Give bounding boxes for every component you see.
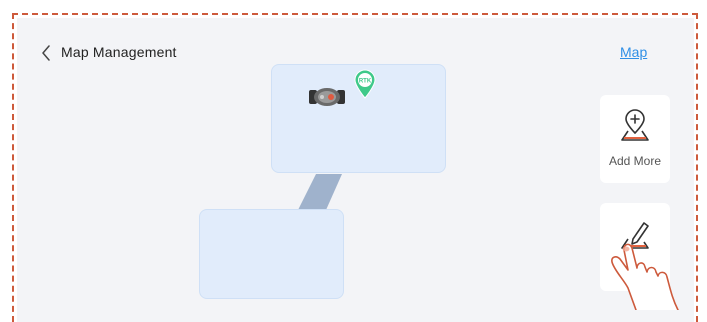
add-more-label: Add More	[608, 154, 662, 168]
back-button[interactable]	[36, 43, 56, 63]
rtk-station-marker: RTK	[354, 69, 376, 99]
channel-path[interactable]	[298, 174, 342, 210]
map-link[interactable]: Map	[620, 44, 647, 60]
modify-button[interactable]: Mo	[600, 203, 670, 291]
mower-icon[interactable]	[308, 86, 346, 108]
rtk-label: RTK	[359, 79, 372, 85]
location-pin-plus-icon	[621, 109, 649, 141]
edit-pencil-icon	[621, 222, 649, 249]
chevron-left-icon	[42, 45, 50, 61]
add-more-button[interactable]: Add More	[600, 95, 670, 183]
map-zone-2[interactable]	[199, 209, 344, 299]
page-title: Map Management	[61, 44, 177, 60]
modify-label: Mo	[626, 262, 644, 276]
